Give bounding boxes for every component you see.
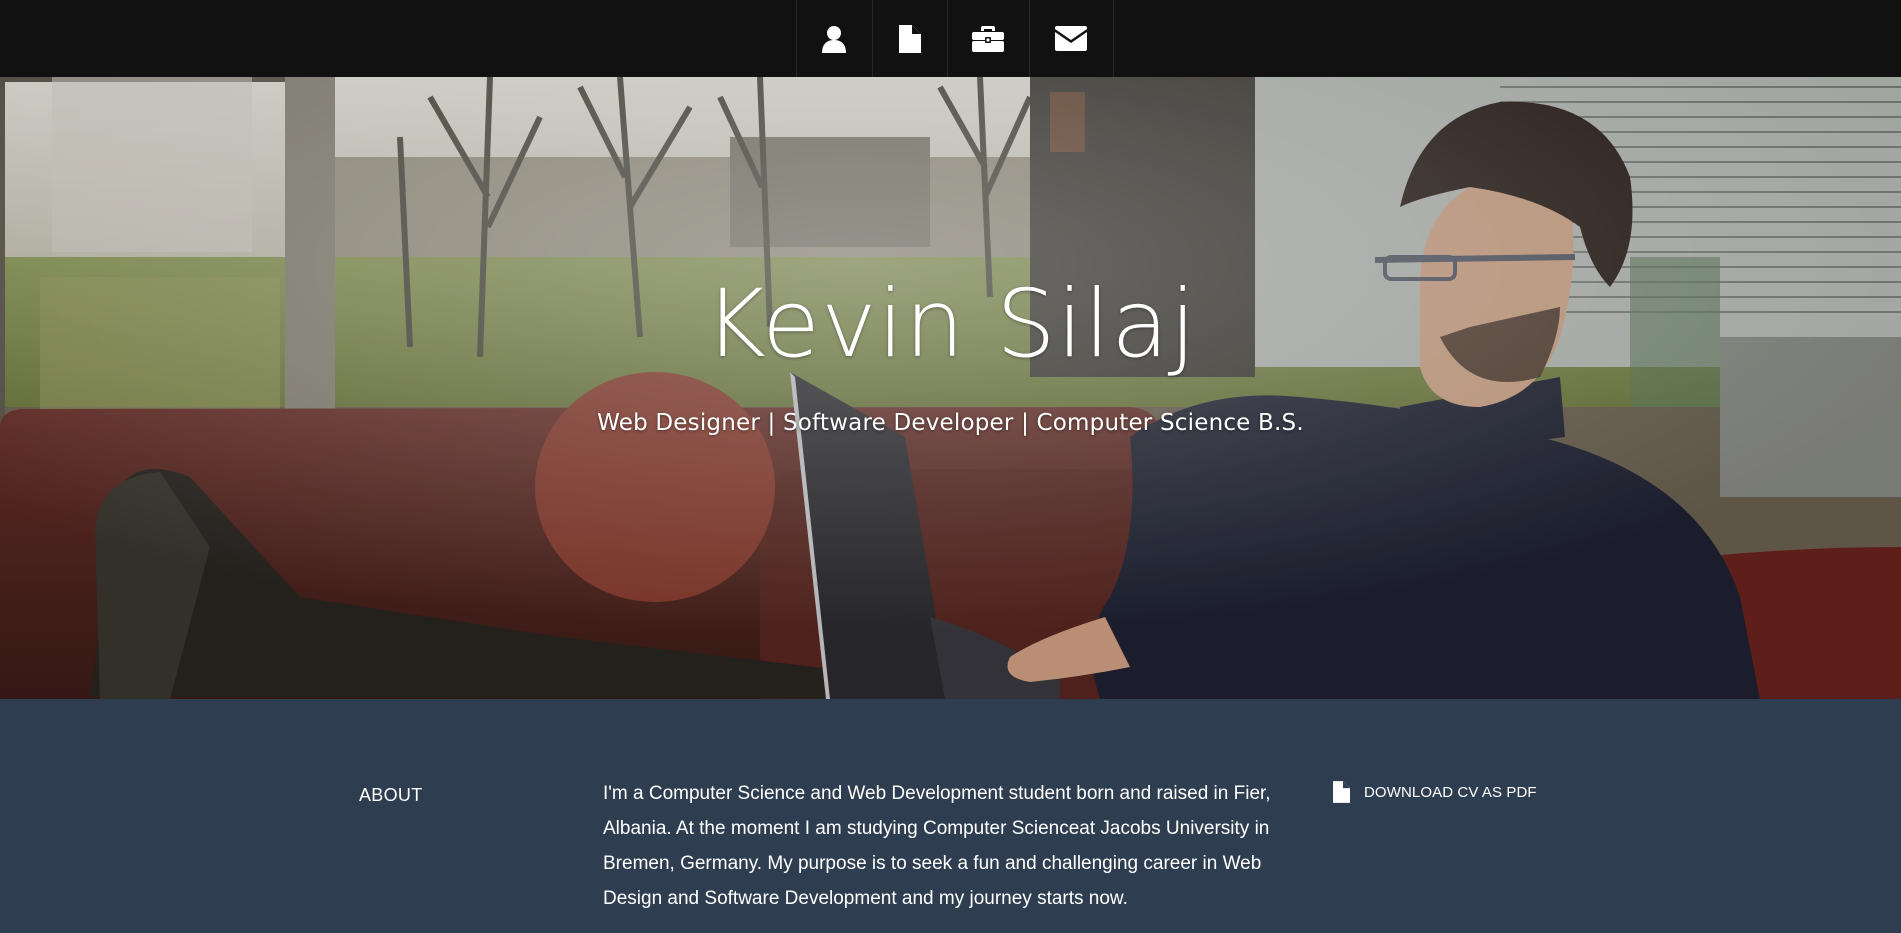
briefcase-icon xyxy=(972,25,1004,52)
nav-item-resume[interactable] xyxy=(871,0,947,77)
envelope-icon xyxy=(1055,26,1087,51)
nav-item-profile[interactable] xyxy=(795,0,872,77)
document-icon xyxy=(1333,781,1350,803)
nav-menu xyxy=(795,0,1114,77)
about-section: ABOUT I'm a Computer Science and Web Dev… xyxy=(0,699,1901,933)
hero-title: Kevin Silaj xyxy=(704,270,1197,379)
hero-banner: Kevin Silaj Web Designer | Software Deve… xyxy=(0,77,1901,699)
document-icon xyxy=(898,24,921,53)
download-cv-link[interactable]: DOWNLOAD CV AS PDF xyxy=(1333,781,1537,803)
about-heading: ABOUT xyxy=(359,785,423,805)
nav-item-portfolio[interactable] xyxy=(946,0,1029,77)
hero-background-photo xyxy=(0,77,1901,699)
about-description: I'm a Computer Science and Web Developme… xyxy=(603,783,1271,909)
user-icon xyxy=(822,25,846,53)
top-navigation xyxy=(0,0,1901,77)
download-cv-label: DOWNLOAD CV AS PDF xyxy=(1364,783,1537,801)
hero-subtitle: Web Designer | Software Developer | Comp… xyxy=(597,410,1304,436)
nav-item-contact[interactable] xyxy=(1028,0,1114,77)
